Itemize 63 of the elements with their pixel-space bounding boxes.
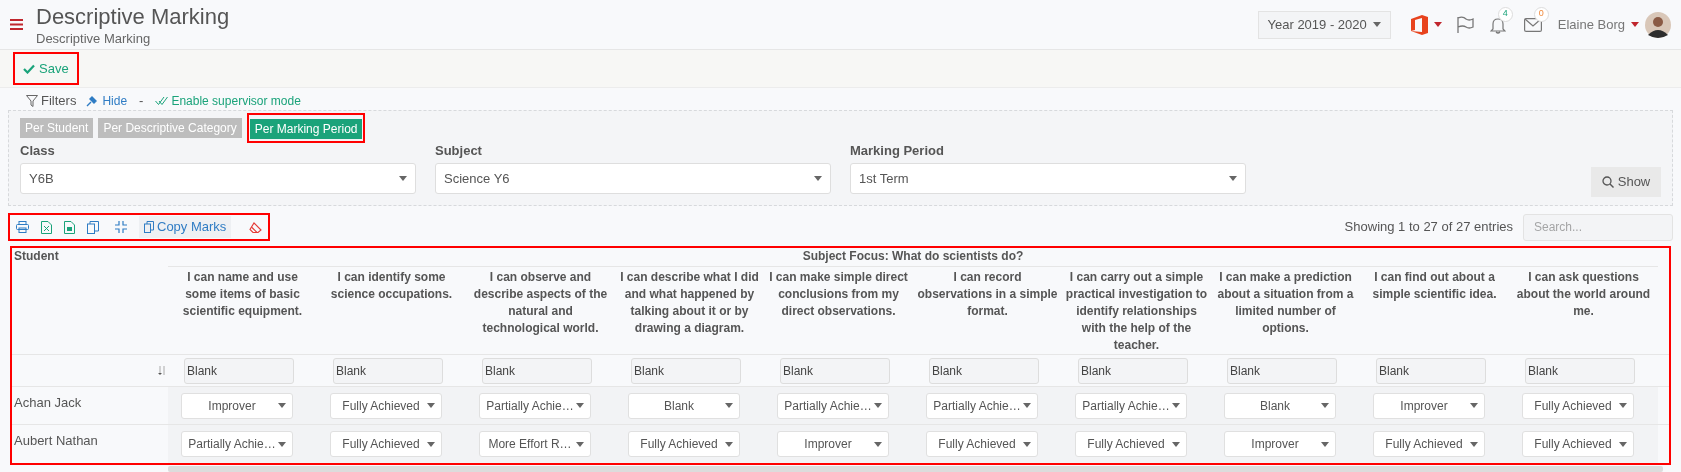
filter-input[interactable]: Blank: [184, 357, 294, 384]
filter-input[interactable]: Blank: [631, 357, 741, 384]
field-label: Marking Period: [850, 143, 945, 159]
hide-button[interactable]: Hide: [86, 92, 128, 110]
mark-select[interactable]: More Effort R…: [479, 431, 591, 457]
mark-select[interactable]: Fully Achieved: [1522, 392, 1634, 419]
filter-input[interactable]: Blank: [929, 357, 1039, 384]
mark-select[interactable]: Fully Achieved: [330, 392, 442, 419]
mark-select[interactable]: Partially Achie…: [777, 392, 889, 419]
filter-input[interactable]: Blank: [482, 357, 592, 384]
show-button[interactable]: Show: [1591, 167, 1661, 197]
field-label: Class: [20, 143, 56, 159]
mark-select[interactable]: Fully Achieved: [1522, 431, 1634, 457]
mark-select[interactable]: Partially Achie…: [1075, 392, 1187, 419]
user-menu[interactable]: Elaine Borg: [1557, 14, 1639, 35]
mark-select[interactable]: Partially Achie…: [926, 392, 1038, 419]
filter-input[interactable]: Blank: [333, 357, 443, 384]
mark-select[interactable]: Improver: [1224, 431, 1336, 457]
column-header: I can find out about a simple scientific idea.: [1371, 269, 1498, 303]
select-field[interactable]: 1st Term: [850, 163, 1246, 194]
filter-input[interactable]: Blank: [780, 357, 890, 384]
column-header: Student: [13, 248, 60, 265]
message-count-badge: 0: [1533, 6, 1549, 22]
mark-select[interactable]: Improver: [777, 431, 889, 457]
column-header: I can observe and describe aspects of the natural and technological world.: [472, 269, 609, 337]
column-header: I can make simple direct conclusions from my direct observations.: [768, 269, 909, 320]
mark-select[interactable]: Fully Achieved: [1373, 431, 1485, 457]
copy-marks-button[interactable]: Copy Marks: [139, 216, 232, 238]
mark-select[interactable]: Fully Achieved: [926, 431, 1038, 457]
column-header: I can carry out a simple practical investigation to identify relationships with the help of the teacher.: [1064, 269, 1209, 354]
filter-input[interactable]: Blank: [1376, 357, 1486, 384]
mark-select[interactable]: Improver: [181, 392, 293, 419]
field-label: Subject: [435, 143, 483, 159]
filter-input[interactable]: Blank: [1227, 357, 1337, 384]
group-header: Subject Focus: What do scientists do?: [168, 248, 1658, 267]
mark-select[interactable]: Fully Achieved: [330, 431, 442, 457]
select-field[interactable]: Science Y6: [435, 163, 831, 194]
student-name: Aubert Nathan: [13, 432, 99, 450]
mark-select[interactable]: Blank: [628, 392, 740, 419]
column-header: I can ask questions about the world around me.: [1515, 269, 1652, 320]
year-dropdown[interactable]: Year 2019 - 2020: [1257, 10, 1391, 39]
select-field[interactable]: Y6B: [20, 163, 416, 194]
mark-select[interactable]: Blank: [1224, 392, 1336, 419]
page-subtitle: Descriptive Marking: [36, 30, 152, 47]
student-name: Achan Jack: [13, 394, 83, 412]
column-header: I can make a prediction about a situation from a limited number of options.: [1216, 269, 1355, 337]
column-header: I can record observations in a simple format.: [916, 269, 1059, 320]
filters-label: Filters: [41, 92, 77, 111]
column-header: I can describe what I did and what happened by talking about it or by drawing a diagram.: [619, 269, 760, 337]
filter-input[interactable]: Blank: [1078, 357, 1188, 384]
mark-select[interactable]: Fully Achieved: [628, 431, 740, 457]
entries-count-text: Showing 1 to 27 of 27 entries: [1344, 218, 1513, 237]
mark-select[interactable]: Fully Achieved: [1075, 431, 1187, 457]
column-header: I can identify some science occupations.: [329, 269, 454, 303]
page-title: Descriptive Marking: [36, 2, 230, 31]
column-header: I can name and use some items of basic scientific equipment.: [181, 269, 304, 320]
notification-count-badge: 4: [1497, 6, 1513, 22]
mark-select[interactable]: Partially Achie…: [479, 392, 591, 419]
separator-text: -: [139, 92, 144, 111]
filter-input[interactable]: Blank: [1525, 357, 1635, 384]
search-field[interactable]: Search...: [1523, 213, 1673, 241]
mark-select[interactable]: Improver: [1373, 392, 1485, 419]
mark-select[interactable]: Partially Achie…: [181, 431, 293, 457]
